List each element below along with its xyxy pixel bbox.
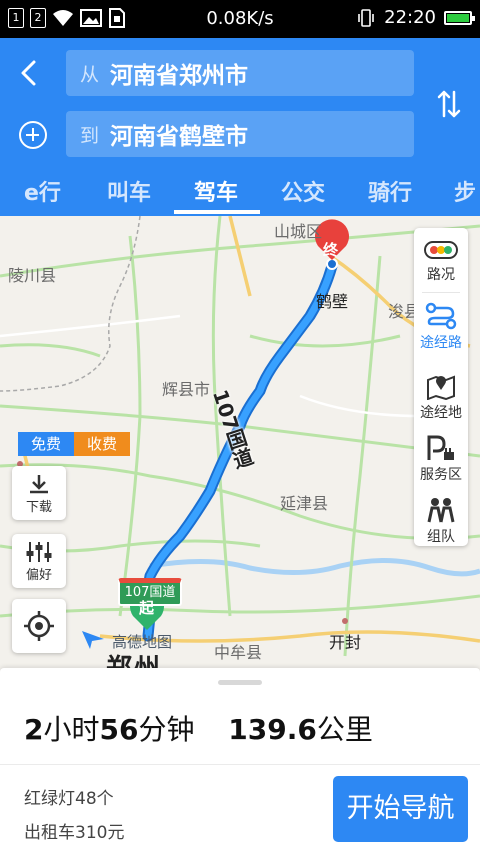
origin-field[interactable]: 从 河南省郑州市 — [66, 50, 414, 96]
preference-label: 偏好 — [25, 568, 52, 583]
transport-tabs: e行 叫车 驾车 公交 骑行 步 — [0, 167, 480, 216]
duration-minutes: 56 — [99, 713, 139, 746]
map-label-lingchuan: 陵川县 — [8, 266, 57, 285]
hours-unit: 小时 — [43, 713, 100, 746]
map-label-shancheng: 山城区 — [274, 222, 323, 241]
traffic-light-icon — [424, 241, 458, 259]
vibrate-icon — [358, 8, 374, 27]
route-waypoint-icon — [425, 302, 457, 330]
via-place-button[interactable]: 途经地 — [414, 362, 468, 432]
tab-drive[interactable]: 驾车 — [194, 175, 238, 207]
service-area-button[interactable]: 服务区 — [414, 424, 468, 494]
distance-unit: 公里 — [316, 713, 373, 746]
locate-button[interactable] — [12, 599, 66, 653]
traffic-button[interactable]: 路况 — [414, 228, 468, 298]
team-icon — [427, 498, 455, 523]
sheet-divider — [0, 764, 480, 765]
map-label-kaifeng: 开封 — [329, 633, 362, 652]
route-preference-button[interactable]: 偏好 — [12, 534, 66, 588]
tab-bike[interactable]: 骑行 — [368, 175, 412, 207]
route-summary-sheet: 2小时56分钟 139.6公里 红绿灯48个 出租车310元 开始导航 — [0, 668, 480, 854]
add-waypoint-icon[interactable] — [19, 121, 47, 149]
destination-field[interactable]: 到 河南省鹤壁市 — [66, 111, 414, 157]
back-icon[interactable] — [14, 58, 44, 88]
sheet-drag-handle[interactable] — [218, 680, 262, 685]
status-bar: 1 2 0.08K/s 22:20 — [0, 0, 480, 38]
sliders-icon — [26, 542, 52, 562]
tab-walk[interactable]: 步 — [454, 175, 476, 207]
end-marker[interactable]: 终 — [323, 239, 338, 260]
service-area-icon — [427, 435, 454, 460]
route-map[interactable]: 山城区 陵川县 鹤壁 浚县 辉县市 延津县 中牟县 开封 郑州 107国道 10… — [0, 216, 480, 674]
origin-value: 河南省郑州市 — [110, 63, 248, 89]
locate-icon — [24, 611, 54, 641]
duration-hours: 2 — [24, 713, 44, 746]
swap-icon[interactable] — [436, 88, 462, 120]
toll-route-badge[interactable]: 收费 — [74, 432, 130, 456]
traffic-label: 路况 — [427, 267, 455, 283]
tab-taxi[interactable]: 叫车 — [107, 175, 151, 207]
map-place-icon — [427, 375, 455, 400]
download-icon — [30, 475, 48, 494]
battery-icon — [444, 10, 475, 25]
destination-value: 河南省鹤壁市 — [110, 124, 248, 150]
offline-download-button[interactable]: 下载 — [12, 466, 66, 520]
map-label-huixian: 辉县市 — [162, 380, 211, 399]
via-road-label: 途经路 — [420, 335, 462, 351]
route-header: 从 河南省郑州市 到 河南省鹤壁市 e行 叫车 驾车 公交 骑行 步 — [0, 38, 480, 216]
destination-prefix: 到 — [80, 124, 100, 147]
team-button[interactable]: 组队 — [414, 486, 468, 556]
toll-free-route-badge[interactable]: 免费 — [18, 432, 74, 456]
origin-prefix: 从 — [80, 63, 100, 86]
tab-transit[interactable]: 公交 — [281, 175, 325, 207]
map-label-yanjin: 延津县 — [280, 494, 329, 513]
tab-e-ride[interactable]: e行 — [24, 175, 61, 207]
via-place-label: 途经地 — [420, 405, 462, 421]
team-label: 组队 — [427, 529, 455, 545]
map-tools-panel: 路况 途经路 途经地 服务区 组队 — [414, 228, 468, 546]
download-label: 下载 — [25, 500, 52, 515]
minutes-unit: 分钟 — [138, 713, 195, 746]
navigation-arrow-icon — [82, 631, 104, 649]
traffic-lights-count: 红绿灯48个 — [24, 789, 114, 809]
tab-active-indicator — [174, 210, 260, 214]
start-marker[interactable]: 起 — [139, 597, 154, 618]
service-area-label: 服务区 — [420, 467, 462, 483]
clock: 22:20 — [384, 7, 436, 28]
route-summary: 2小时56分钟 139.6公里 — [24, 708, 373, 748]
map-label-hebi: 鹤壁 — [316, 292, 349, 311]
via-road-button[interactable]: 途经路 — [414, 292, 468, 362]
map-label-zhongmou: 中牟县 — [214, 643, 263, 662]
taxi-fare: 出租车310元 — [24, 823, 125, 843]
distance-value: 139.6 — [228, 713, 317, 746]
amap-logo: 高德地图 — [112, 633, 173, 651]
start-navigation-button[interactable]: 开始导航 — [333, 776, 468, 842]
